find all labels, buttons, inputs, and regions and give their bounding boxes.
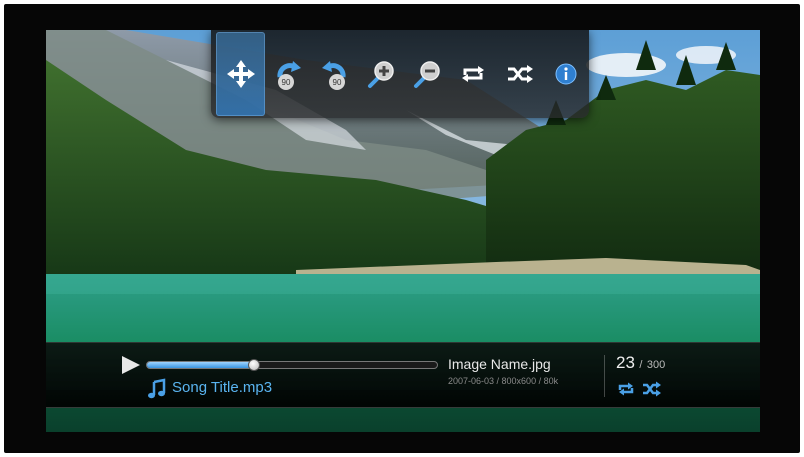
rotate-right-90-button[interactable]: 90 bbox=[265, 31, 311, 117]
move-icon bbox=[226, 60, 255, 88]
image-metadata: 2007-06-03 / 800x600 / 80k bbox=[448, 376, 559, 386]
rotate-left-90-button[interactable]: 90 bbox=[311, 31, 357, 117]
progress-fill bbox=[147, 362, 255, 368]
playback-info-bar: Song Title.mp3 Image Name.jpg 2007-06-03… bbox=[46, 342, 760, 408]
repeat-icon bbox=[462, 66, 485, 82]
zoom-in-button[interactable] bbox=[358, 31, 404, 117]
zoom-in-icon bbox=[367, 61, 394, 88]
shuffle-button[interactable] bbox=[496, 31, 542, 117]
photo-viewer-screen: 90 90 Song Title.mp3 Image Name.jpg 2007… bbox=[46, 30, 760, 432]
divider bbox=[604, 355, 605, 397]
rotate-counterclockwise-icon: 90 bbox=[321, 61, 346, 90]
current-index: 23 bbox=[616, 353, 635, 372]
total-count: 300 bbox=[646, 359, 666, 371]
play-icon[interactable] bbox=[120, 354, 142, 376]
rotate-clockwise-icon: 90 bbox=[277, 61, 302, 90]
image-name: Image Name.jpg bbox=[448, 356, 551, 372]
pan-button[interactable] bbox=[216, 32, 266, 116]
info-button[interactable] bbox=[543, 31, 589, 117]
tv-frame: 90 90 Song Title.mp3 Image Name.jpg 2007… bbox=[4, 4, 800, 453]
music-progress-bar[interactable] bbox=[146, 359, 438, 371]
zoom-out-icon bbox=[414, 61, 440, 88]
info-icon bbox=[555, 63, 577, 85]
svg-text:90: 90 bbox=[332, 78, 341, 87]
slideshow-toolbar: 90 90 bbox=[211, 30, 589, 118]
music-note-icon bbox=[148, 378, 166, 399]
counter-separator: / bbox=[639, 359, 643, 371]
song-title: Song Title.mp3 bbox=[172, 379, 273, 396]
repeat-icon bbox=[618, 382, 634, 396]
progress-knob[interactable] bbox=[248, 359, 261, 371]
shuffle-icon bbox=[643, 381, 661, 397]
image-counter: 23 / 300 bbox=[616, 353, 665, 373]
shuffle-icon bbox=[507, 65, 533, 83]
repeat-button[interactable] bbox=[450, 31, 496, 117]
zoom-out-button[interactable] bbox=[404, 31, 450, 117]
svg-text:90: 90 bbox=[282, 78, 291, 87]
